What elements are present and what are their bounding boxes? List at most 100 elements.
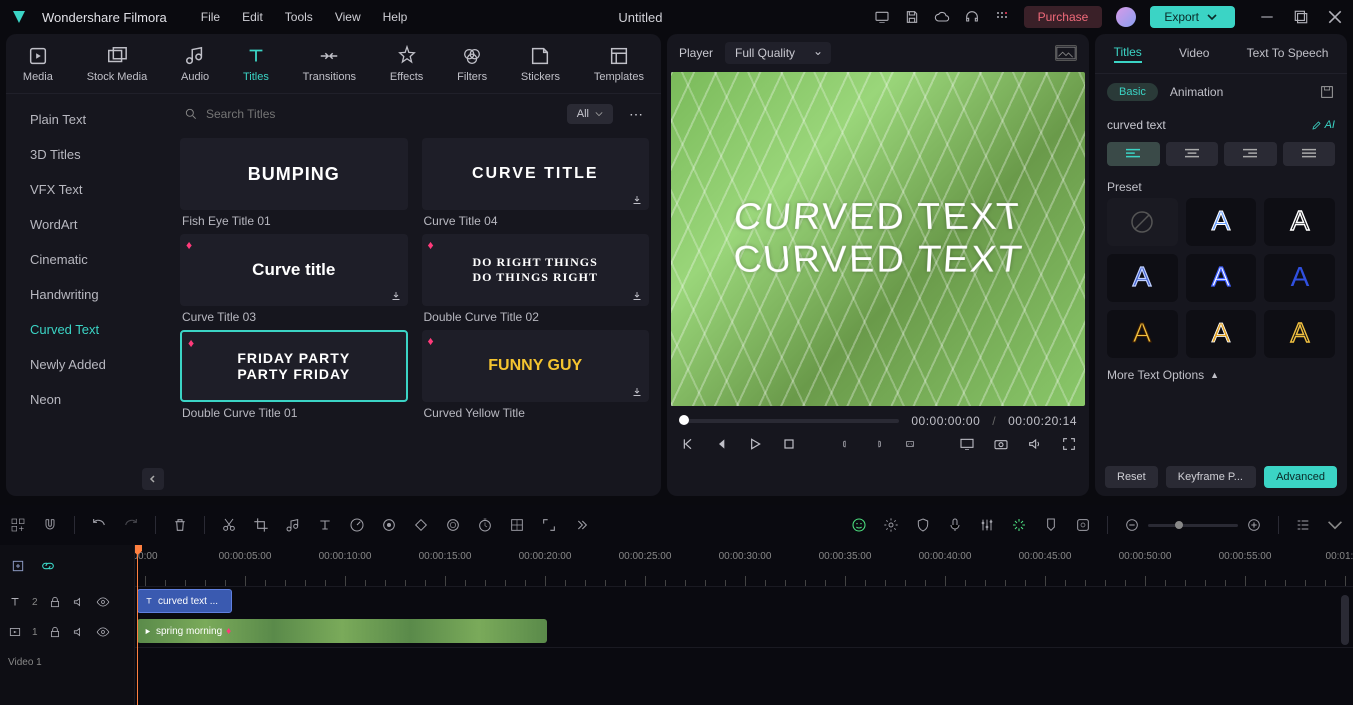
more-options-button[interactable]: ⋯ — [623, 106, 649, 123]
tab-filters[interactable]: Filters — [457, 45, 487, 83]
cat-vfx-text[interactable]: VFX Text — [6, 172, 172, 207]
mark-out-icon[interactable] — [873, 436, 883, 452]
title-card[interactable]: BUMPING Fish Eye Title 01 — [180, 138, 408, 228]
tab-stock-media[interactable]: Stock Media — [87, 45, 148, 83]
preset-6[interactable]: A — [1107, 310, 1178, 358]
cat-plain-text[interactable]: Plain Text — [6, 102, 172, 137]
magnet-icon[interactable] — [42, 517, 58, 533]
mask-icon[interactable] — [445, 517, 461, 533]
grid-icon[interactable] — [509, 517, 525, 533]
save-icon[interactable] — [904, 9, 920, 25]
maximize-icon[interactable] — [1293, 9, 1309, 25]
download-icon[interactable] — [390, 290, 402, 302]
zoom-in-icon[interactable] — [1246, 517, 1262, 533]
volume-icon[interactable] — [1027, 436, 1043, 452]
title-track[interactable]: curved text ... — [135, 587, 1353, 617]
rtab-titles[interactable]: Titles — [1114, 45, 1142, 63]
rtab-video[interactable]: Video — [1179, 46, 1209, 62]
align-justify[interactable] — [1283, 142, 1336, 166]
menu-edit[interactable]: Edit — [242, 10, 263, 24]
preset-none[interactable] — [1107, 198, 1178, 246]
tab-stickers[interactable]: Stickers — [521, 45, 560, 83]
menu-view[interactable]: View — [335, 10, 361, 24]
cat-wordart[interactable]: WordArt — [6, 207, 172, 242]
keyframe-icon[interactable] — [413, 517, 429, 533]
preset-8[interactable]: A — [1264, 310, 1335, 358]
reset-button[interactable]: Reset — [1105, 466, 1158, 488]
keyframe-button[interactable]: Keyframe P... — [1166, 466, 1256, 488]
video-track-icon[interactable] — [8, 625, 22, 639]
preset-5[interactable]: A — [1264, 254, 1335, 302]
delete-icon[interactable] — [172, 517, 188, 533]
tab-audio[interactable]: Audio — [181, 45, 209, 83]
timeline-scrollbar[interactable] — [1341, 545, 1351, 705]
search-input[interactable] — [206, 107, 406, 121]
gear-icon[interactable] — [883, 517, 899, 533]
title-clip[interactable]: curved text ... — [137, 589, 232, 613]
timer-icon[interactable] — [477, 517, 493, 533]
cloud-icon[interactable] — [934, 9, 950, 25]
title-track-icon[interactable] — [8, 595, 22, 609]
export-button[interactable]: Export — [1150, 6, 1235, 28]
preview-viewport[interactable]: CURVED TEXT CURVED TEXT — [671, 72, 1085, 406]
palette-icon[interactable] — [1075, 517, 1091, 533]
rtab-tts[interactable]: Text To Speech — [1247, 46, 1329, 62]
ai-face-icon[interactable] — [851, 517, 867, 533]
zoom-out-icon[interactable] — [1124, 517, 1140, 533]
menu-help[interactable]: Help — [383, 10, 408, 24]
player-scrubber[interactable] — [679, 419, 899, 423]
more-tools-icon[interactable] — [573, 517, 589, 533]
more-text-options[interactable]: More Text Options ▲ — [1095, 358, 1347, 392]
tab-transitions[interactable]: Transitions — [303, 45, 356, 83]
shield-icon[interactable] — [915, 517, 931, 533]
expand-icon[interactable] — [541, 517, 557, 533]
align-right[interactable] — [1224, 142, 1277, 166]
lock-icon[interactable] — [48, 625, 62, 639]
chevron-down-icon[interactable] — [1327, 517, 1343, 533]
camera-icon[interactable] — [993, 436, 1009, 452]
advanced-button[interactable]: Advanced — [1264, 466, 1337, 488]
minimize-icon[interactable] — [1259, 9, 1275, 25]
mute-icon[interactable] — [72, 595, 86, 609]
ai-enhance-icon[interactable] — [1011, 517, 1027, 533]
tab-media[interactable]: Media — [23, 45, 53, 83]
close-icon[interactable] — [1327, 9, 1343, 25]
apps-icon[interactable] — [994, 9, 1010, 25]
text-icon[interactable] — [317, 517, 333, 533]
timeline-ruler[interactable]: 00:0000:00:05:0000:00:10:0000:00:15:0000… — [135, 545, 1353, 587]
cat-curved-text[interactable]: Curved Text — [6, 312, 172, 347]
add-layer-icon[interactable] — [10, 558, 26, 574]
music-icon[interactable] — [285, 517, 301, 533]
title-card[interactable]: ♦Curve title Curve Title 03 — [180, 234, 408, 324]
download-icon[interactable] — [631, 386, 643, 398]
crop-icon[interactable] — [253, 517, 269, 533]
headphones-icon[interactable] — [964, 9, 980, 25]
align-left[interactable] — [1107, 142, 1160, 166]
color-icon[interactable] — [381, 517, 397, 533]
device-icon[interactable] — [874, 9, 890, 25]
download-icon[interactable] — [631, 290, 643, 302]
cat-newly-added[interactable]: Newly Added — [6, 347, 172, 382]
mixer-icon[interactable] — [979, 517, 995, 533]
mic-icon[interactable] — [947, 517, 963, 533]
snapshot-icon[interactable] — [1055, 45, 1077, 61]
eye-icon[interactable] — [96, 625, 110, 639]
undo-icon[interactable] — [91, 517, 107, 533]
title-card[interactable]: CURVE TITLE Curve Title 04 — [422, 138, 650, 228]
video-track[interactable]: spring morning ♦ — [135, 617, 1353, 647]
eye-icon[interactable] — [96, 595, 110, 609]
menu-tools[interactable]: Tools — [285, 10, 313, 24]
playhead[interactable] — [137, 545, 138, 705]
preset-4[interactable]: A — [1186, 254, 1257, 302]
step-back-icon[interactable] — [713, 436, 729, 452]
tab-templates[interactable]: Templates — [594, 45, 644, 83]
preset-7[interactable]: A — [1186, 310, 1257, 358]
stop-icon[interactable] — [781, 436, 797, 452]
view-mode-icon[interactable] — [1295, 517, 1311, 533]
download-icon[interactable] — [631, 194, 643, 206]
cat-3d-titles[interactable]: 3D Titles — [6, 137, 172, 172]
cat-handwriting[interactable]: Handwriting — [6, 277, 172, 312]
purchase-button[interactable]: Purchase — [1024, 6, 1103, 28]
title-card[interactable]: ♦DO RIGHT THINGSDO THINGS RIGHT Double C… — [422, 234, 650, 324]
filter-dropdown[interactable]: All — [567, 104, 613, 124]
